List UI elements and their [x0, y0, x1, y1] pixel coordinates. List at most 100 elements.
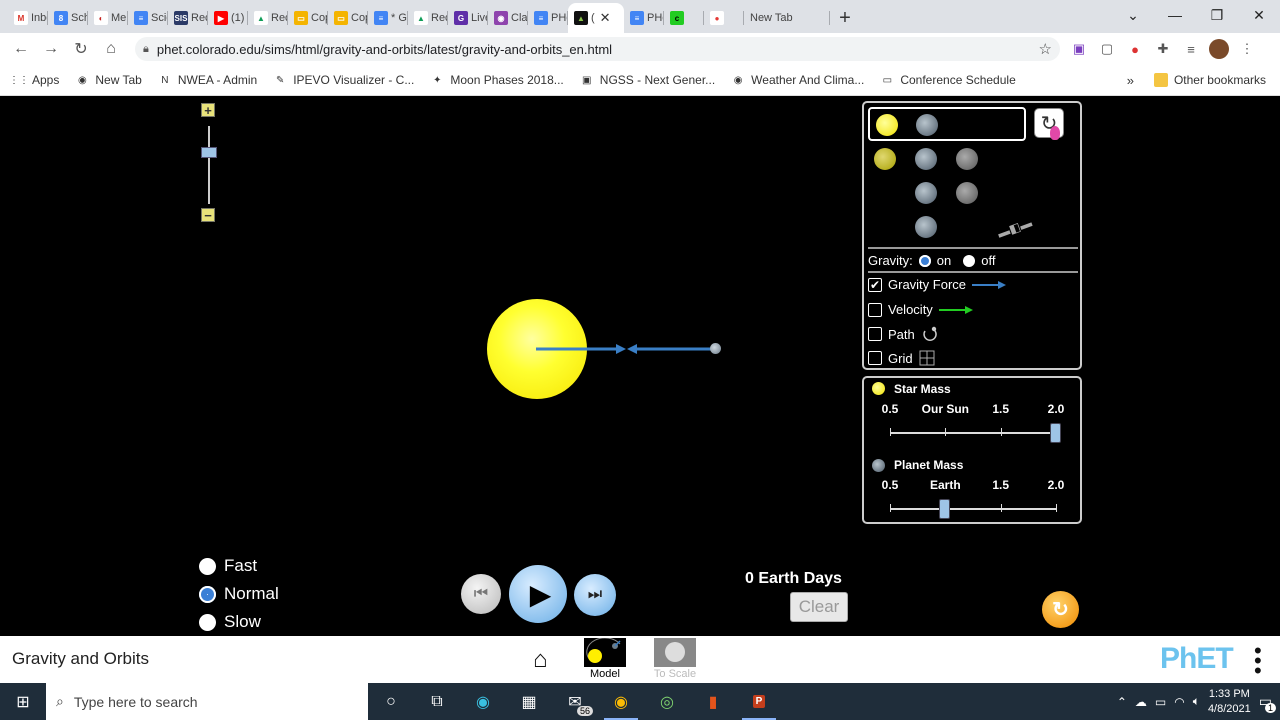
gravity-on-radio[interactable]	[918, 254, 931, 267]
home-button[interactable]: ⌂	[96, 34, 126, 64]
gravity-off-radio[interactable]	[963, 254, 976, 267]
taskbar-search[interactable]: ⌕ Type here to search	[46, 683, 368, 720]
camera-app[interactable]: ◎	[644, 683, 690, 720]
browser-tab[interactable]: c	[664, 3, 704, 33]
tab-search-button[interactable]: ⌄	[1112, 0, 1154, 30]
restore-button[interactable]: ❐	[1196, 0, 1238, 30]
moon-icon[interactable]	[956, 148, 978, 170]
browser-tab[interactable]: MInbo	[8, 3, 48, 33]
bookmark-item[interactable]: ✎ IPEVO Visualizer - C...	[265, 73, 422, 87]
zoom-in-button[interactable]: +	[201, 103, 215, 117]
speed-fast-option[interactable]: Fast	[199, 556, 257, 576]
screen-to-scale-button[interactable]: To Scale	[653, 638, 697, 682]
cortana-button[interactable]: ○	[368, 683, 414, 720]
wifi-icon[interactable]: ◠	[1174, 695, 1184, 709]
minimize-button[interactable]: —	[1154, 0, 1196, 30]
task-view-button[interactable]: ⧉	[414, 683, 460, 720]
browser-tab[interactable]: ≡PHe	[624, 3, 664, 33]
close-tab-icon[interactable]: ✕	[600, 10, 611, 26]
browser-tab[interactable]: ▲ Rec	[408, 3, 448, 33]
taskbar-clock[interactable]: 1:33 PM 4/8/2021	[1208, 687, 1251, 717]
bookmarks-overflow-icon[interactable]: »	[1127, 73, 1146, 88]
browser-tab[interactable]: ≡Scie	[128, 3, 168, 33]
browser-tab-active[interactable]: ▲ ( ✕	[568, 3, 624, 33]
avatar[interactable]	[1208, 38, 1230, 60]
browser-tab-new-tab[interactable]: New Tab	[744, 3, 830, 33]
extension-icon[interactable]: ▣	[1068, 38, 1090, 60]
phet-logo[interactable]: PhET	[1160, 642, 1234, 676]
close-window-button[interactable]: ✕	[1238, 0, 1280, 30]
extension-icon[interactable]: ●	[1124, 38, 1146, 60]
velocity-checkbox-row[interactable]: Velocity	[868, 302, 973, 317]
screen-model-button[interactable]: Model	[583, 638, 627, 682]
bookmark-item[interactable]: ◉ New Tab	[67, 73, 149, 87]
phet-menu-kebab-icon[interactable]: • • •	[1254, 640, 1262, 682]
play-button[interactable]: ▶	[509, 565, 567, 623]
volume-icon[interactable]: 🔈︎	[1193, 694, 1200, 709]
bookmark-item[interactable]: N NWEA - Admin	[150, 73, 265, 87]
chevron-up-icon[interactable]: ⌃	[1117, 695, 1127, 709]
browser-tab[interactable]: GLive	[448, 3, 488, 33]
battery-icon[interactable]: ▭	[1155, 695, 1166, 709]
speed-slow-radio[interactable]	[199, 613, 216, 631]
browser-tab[interactable]: ▭Cop	[328, 3, 368, 33]
extension-icon[interactable]: ▢	[1096, 38, 1118, 60]
browser-tab[interactable]: ▶(1) (	[208, 3, 248, 33]
planet-body[interactable]	[710, 343, 721, 354]
bookmark-item[interactable]: ▣ NGSS - Next Gener...	[572, 73, 723, 87]
grid-checkbox-row[interactable]: Grid	[868, 350, 935, 366]
start-button[interactable]: ⊞	[0, 683, 46, 720]
preset-star-planet-moon[interactable]	[874, 148, 896, 170]
speed-slow-option[interactable]: Slow	[199, 612, 261, 632]
browser-tab[interactable]: ●	[704, 3, 744, 33]
edge-app[interactable]: ◉	[460, 683, 506, 720]
browser-tab[interactable]: SIS Rec	[168, 3, 208, 33]
rewind-button[interactable]: ⏮	[461, 574, 501, 614]
reload-button[interactable]: ↻	[66, 34, 96, 64]
star-mass-slider-track[interactable]	[890, 432, 1056, 434]
notification-icon[interactable]: ▭ 1	[1259, 693, 1276, 713]
mail-app[interactable]: ✉ 56	[552, 683, 598, 720]
step-forward-button[interactable]: ⏭	[574, 574, 616, 616]
preset-planet-moon[interactable]	[915, 182, 937, 204]
browser-tab[interactable]: ▲ Rec	[248, 3, 288, 33]
back-button[interactable]: ←	[6, 34, 36, 64]
browser-tab[interactable]: ◉Clas	[488, 3, 528, 33]
moon-icon[interactable]	[956, 182, 978, 204]
grid-checkbox[interactable]	[868, 351, 882, 365]
bookmark-item[interactable]: ◉ Weather And Clima...	[723, 73, 872, 87]
gravity-force-checkbox[interactable]: ✔	[868, 277, 882, 292]
velocity-checkbox[interactable]	[868, 302, 882, 317]
bookmark-item[interactable]: ✦ Moon Phases 2018...	[422, 73, 571, 87]
browser-tab[interactable]: ≡* Gr	[368, 3, 408, 33]
reset-all-button[interactable]: ↻	[1042, 591, 1079, 628]
browser-tab[interactable]: ≡PHe	[528, 3, 568, 33]
planet-mass-slider-thumb[interactable]	[939, 499, 951, 519]
browser-tab[interactable]: 8Scho	[48, 3, 88, 33]
menu-kebab-icon[interactable]: ⋮	[1236, 38, 1258, 60]
clear-time-button[interactable]: Clear	[790, 592, 848, 622]
speed-normal-option[interactable]: Normal	[199, 584, 279, 604]
bookmark-item[interactable]: ▭ Conference Schedule	[872, 73, 1023, 87]
address-bar[interactable]: 🔒︎ phet.colorado.edu/sims/html/gravity-a…	[135, 37, 1060, 61]
browser-tab[interactable]: ▭Cop	[288, 3, 328, 33]
new-tab-button[interactable]: +	[830, 3, 860, 33]
store-app[interactable]: ▦	[506, 683, 552, 720]
chrome-app[interactable]: ◉	[598, 683, 644, 720]
media-icon[interactable]: ≡	[1180, 38, 1202, 60]
zoom-slider-thumb[interactable]	[201, 147, 217, 158]
preset-planet-satellite[interactable]	[915, 216, 937, 238]
puzzle-icon[interactable]: ✚	[1152, 38, 1174, 60]
planet-mass-slider-track[interactable]	[890, 508, 1056, 510]
zoom-slider-track[interactable]	[208, 126, 210, 204]
satellite-icon[interactable]: ▬◧▬	[996, 215, 1034, 240]
browser-tab[interactable]: ◐Mer	[88, 3, 128, 33]
office-app[interactable]: ▮	[690, 683, 736, 720]
other-bookmarks[interactable]: Other bookmarks	[1146, 73, 1280, 87]
gravity-force-checkbox-row[interactable]: ✔ Gravity Force	[868, 277, 1007, 292]
preset-star-planet[interactable]	[868, 107, 1026, 141]
speed-normal-radio[interactable]	[199, 585, 216, 603]
preset-planet-moon-earth-icon[interactable]	[915, 148, 937, 170]
star-mass-slider-thumb[interactable]	[1050, 423, 1061, 443]
home-screen-button[interactable]: ⌂	[533, 646, 548, 674]
